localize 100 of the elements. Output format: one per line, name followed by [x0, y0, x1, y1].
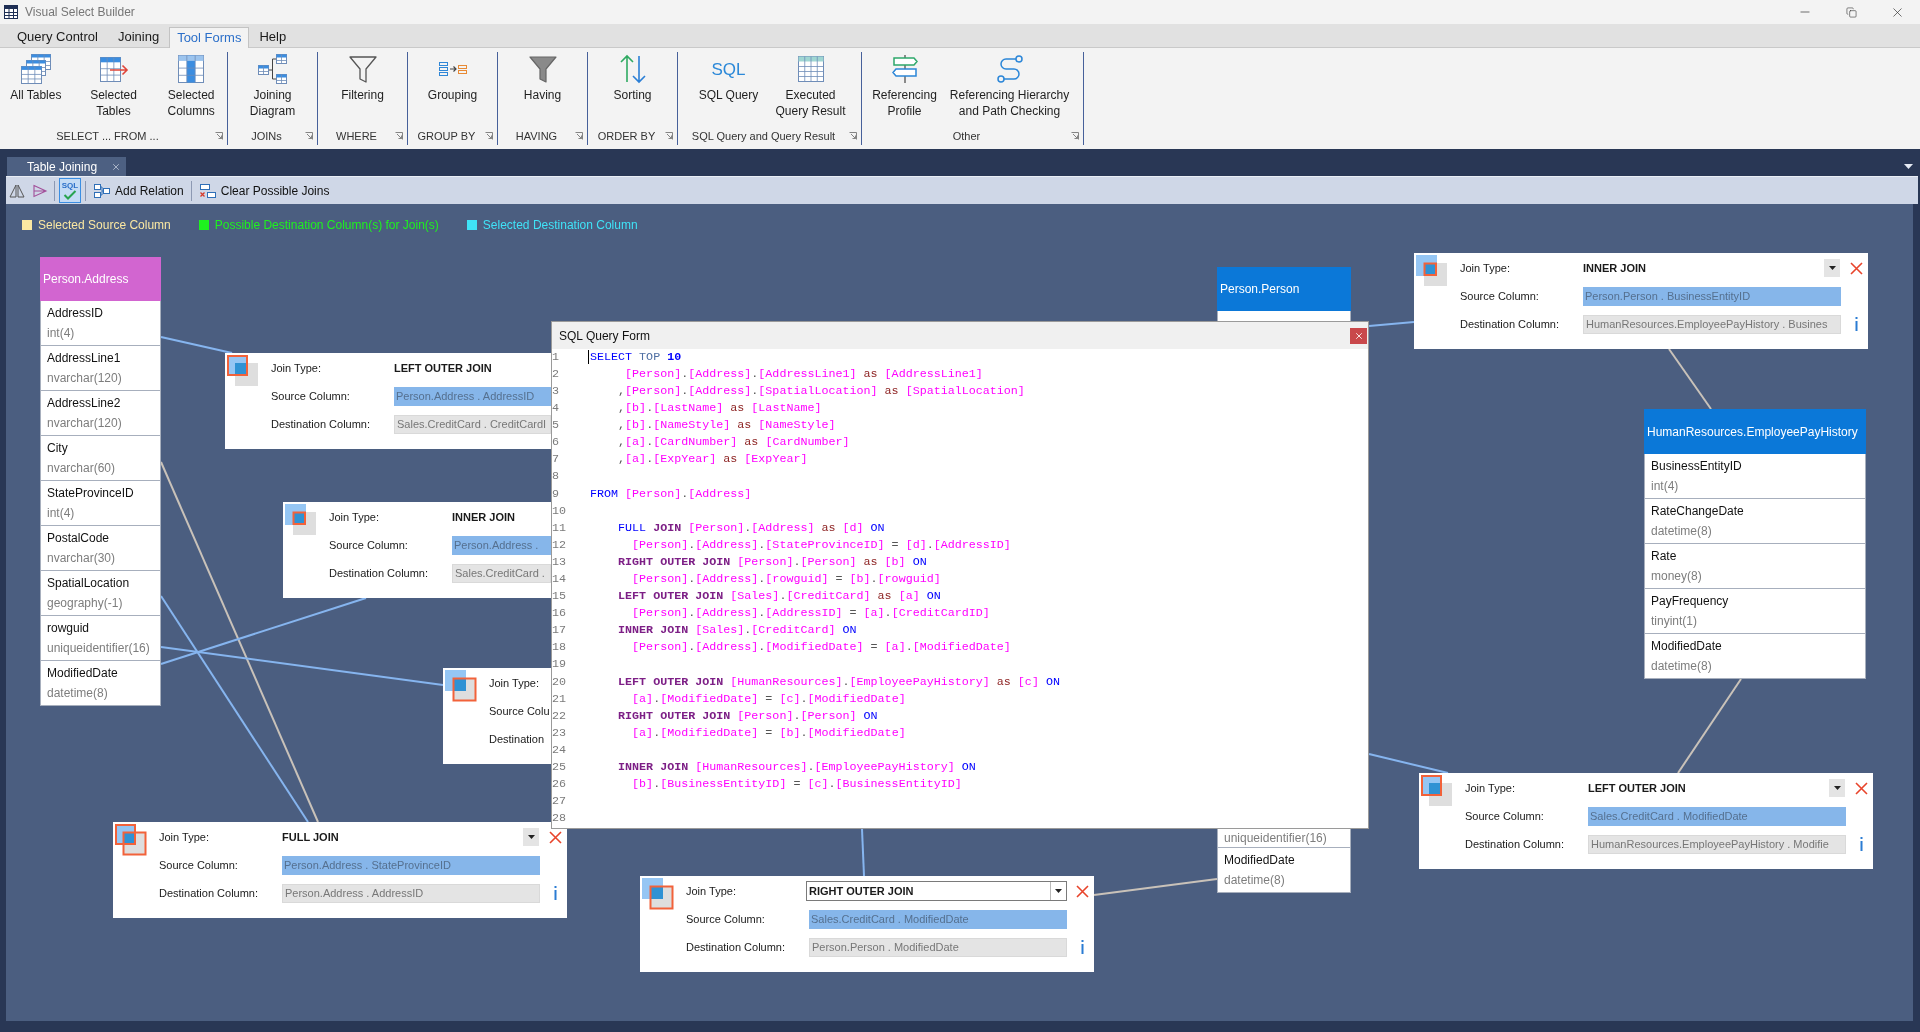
menu-tab[interactable]: Joining	[107, 26, 170, 47]
column-name: PostalCode	[47, 530, 111, 547]
ribbon-button[interactable]: Selected Columns	[155, 52, 227, 119]
ribbon-group-label: HAVING	[514, 128, 559, 144]
connector-line	[861, 828, 865, 877]
column-row[interactable]: ModifiedDate datetime(8)	[40, 661, 161, 706]
ribbon-button[interactable]: Selected Tables	[77, 52, 150, 119]
join-type-select[interactable]: RIGHT OUTER JOIN	[806, 881, 1067, 901]
close-icon[interactable]	[549, 830, 562, 844]
window-title: SQL Query Form	[559, 327, 650, 345]
ribbon-button[interactable]: Sorting	[594, 52, 671, 103]
join-type-select[interactable]: LEFT OUTER JOIN	[391, 358, 551, 378]
column-row[interactable]: City nvarchar(60)	[40, 436, 161, 481]
column-row[interactable]: PostalCode nvarchar(30)	[40, 526, 161, 571]
destination-column-field[interactable]: HumanResources.EmployeePayHistory . Modifie	[1588, 834, 1846, 854]
text-caret-icon	[588, 349, 589, 364]
column-row[interactable]: BusinessEntityID int(4)	[1644, 454, 1866, 499]
table-header[interactable]: HumanResources.EmployeePayHistory	[1644, 409, 1866, 454]
column-name: AddressLine2	[47, 395, 122, 412]
caret-icon[interactable]	[1824, 259, 1840, 277]
join-type-select[interactable]: INNER JOIN	[449, 507, 551, 527]
code-line: [Person].[Address].[StateProvinceID] = [d].[AddressID]	[632, 536, 1011, 554]
ribbon-button[interactable]: Referencing Hierarchy and Path Checking	[944, 52, 1075, 119]
close-icon[interactable]	[1855, 781, 1868, 795]
corner-arrow-icon[interactable]	[395, 132, 403, 140]
column-row[interactable]: SpatialLocation geography(-1)	[40, 571, 161, 616]
column-row[interactable]: AddressID int(4)	[40, 301, 161, 346]
corner-arrow-icon[interactable]	[665, 132, 673, 140]
destination-column-label: Destination Column:	[1460, 316, 1561, 332]
column-name: ModifiedDate	[1224, 852, 1296, 869]
column-type: datetime(8)	[1651, 658, 1713, 675]
column-row[interactable]: RateChangeDate datetime(8)	[1644, 499, 1866, 544]
line-number: 3	[552, 382, 560, 400]
column-row[interactable]: PayFrequency tinyint(1)	[1644, 589, 1866, 634]
code-line: [Person].[Address].[AddressID] = [a].[CreditCardID]	[632, 605, 990, 623]
ribbon-button[interactable]: Referencing Profile	[870, 52, 939, 119]
corner-arrow-icon[interactable]	[305, 132, 313, 140]
column-type: geography(-1)	[47, 595, 124, 612]
column-row[interactable]: ModifiedDate datetime(8)	[1644, 634, 1866, 679]
join-type-select[interactable]: FULL JOIN	[279, 827, 540, 847]
column-row[interactable]: ModifiedDate datetime(8)	[1217, 848, 1351, 893]
column-row[interactable]: AddressLine1 nvarchar(120)	[40, 346, 161, 391]
info-icon[interactable]	[1860, 837, 1863, 851]
toolbar-button[interactable]: Clear Possible Joins	[195, 178, 333, 203]
code-line: ,[a].[CardNumber] as [CardNumber]	[618, 434, 850, 452]
column-row[interactable]: AddressLine2 nvarchar(120)	[40, 391, 161, 436]
corner-arrow-icon[interactable]	[485, 132, 493, 140]
source-column-label: Source Colu	[489, 703, 551, 719]
corner-arrow-icon[interactable]	[1071, 132, 1079, 140]
column-row[interactable]: Rate money(8)	[1644, 544, 1866, 589]
column-row[interactable]: StateProvinceID int(4)	[40, 481, 161, 526]
close-button[interactable]	[1350, 327, 1367, 344]
column-name: City	[47, 440, 69, 457]
close-icon[interactable]	[111, 161, 122, 172]
document-tab[interactable]: Table Joining	[7, 157, 127, 176]
line-number: 15	[552, 588, 568, 606]
source-column-label: Source Column:	[329, 537, 409, 553]
destination-column-field[interactable]: Person.Person . ModifiedDate	[809, 937, 1067, 957]
info-icon[interactable]	[1081, 940, 1084, 954]
toolbar-button[interactable]: SQL	[59, 178, 81, 203]
line-number: 27	[552, 793, 568, 811]
ribbon-button[interactable]: Executed Query Result	[772, 52, 849, 119]
menu-tab[interactable]: Tool Forms	[169, 27, 250, 48]
caret-icon[interactable]	[1904, 164, 1913, 169]
code-line: SELECT TOP 10	[590, 348, 682, 366]
ribbon-button[interactable]: Joining Diagram	[234, 52, 311, 119]
toolbar-button[interactable]: Add Relation	[90, 178, 187, 203]
destination-column-field[interactable]: Person.Address . AddressID	[282, 883, 540, 903]
column-type: int(4)	[47, 505, 76, 522]
info-icon[interactable]	[1855, 317, 1858, 331]
join-type-select[interactable]: LEFT OUTER JOIN	[1585, 778, 1846, 798]
line-number: 2	[552, 365, 560, 383]
corner-arrow-icon[interactable]	[215, 132, 223, 140]
corner-arrow-icon[interactable]	[849, 132, 857, 140]
join-type-select[interactable]: INNER JOIN	[1580, 258, 1841, 278]
menu-tab[interactable]: Query Control	[7, 26, 108, 47]
column-row[interactable]: uniqueidentifier(16)	[1217, 829, 1351, 848]
caret-icon[interactable]	[523, 828, 539, 846]
destination-column-field[interactable]: Sales.CreditCard .	[452, 563, 551, 583]
ribbon-button[interactable]: Grouping	[414, 52, 491, 103]
code-line: LEFT OUTER JOIN [Sales].[CreditCard] as [a] ON	[618, 588, 941, 606]
caret-icon[interactable]	[1829, 779, 1845, 797]
line-number: 6	[552, 434, 560, 452]
menu-tab[interactable]: Help	[249, 26, 297, 47]
table-header[interactable]: Person.Person	[1217, 267, 1351, 311]
close-icon[interactable]	[1076, 884, 1089, 898]
close-icon[interactable]	[1850, 261, 1863, 275]
destination-column-field[interactable]: Sales.CreditCard . CreditCardI	[394, 414, 551, 434]
column-type: nvarchar(120)	[47, 370, 123, 387]
overlapping-squares-icon	[1415, 254, 1448, 287]
column-row[interactable]: rowguid uniqueidentifier(16)	[40, 616, 161, 661]
corner-arrow-icon[interactable]	[575, 132, 583, 140]
destination-column-field[interactable]: HumanResources.EmployeePayHistory . Busines	[1583, 314, 1841, 334]
ribbon-button[interactable]: SQL SQL Query	[690, 52, 767, 103]
ribbon-button[interactable]: Filtering	[324, 52, 401, 103]
column-type: datetime(8)	[1224, 872, 1286, 889]
column-type: tinyint(1)	[1651, 613, 1698, 630]
ribbon-button[interactable]: Having	[504, 52, 581, 103]
ribbon-button[interactable]: All Tables	[0, 52, 72, 103]
info-icon[interactable]	[554, 886, 557, 900]
